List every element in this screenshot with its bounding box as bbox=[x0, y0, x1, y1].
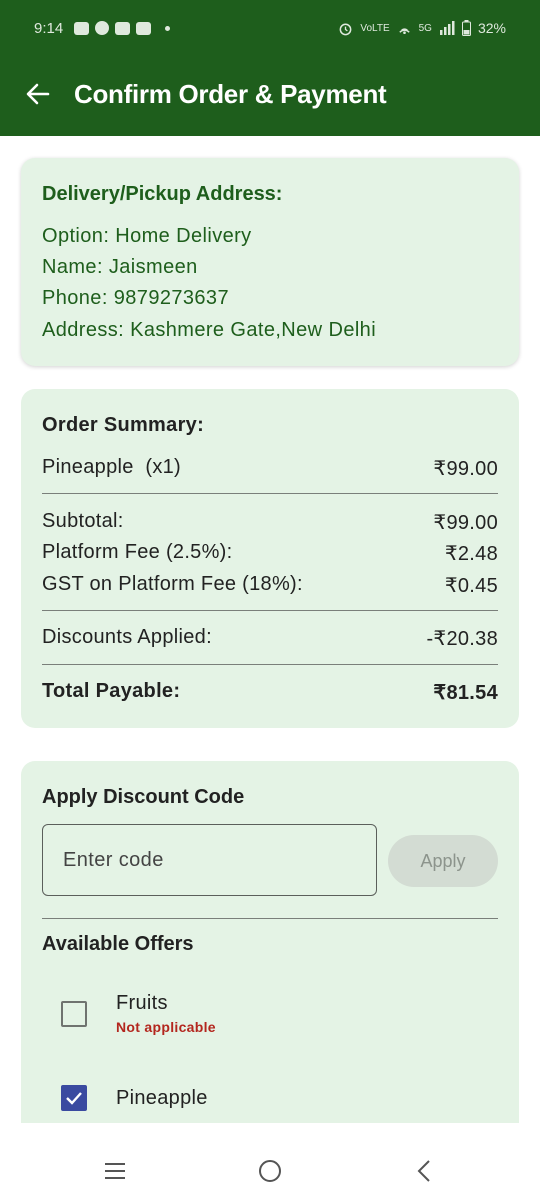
system-navigation-bar bbox=[0, 1123, 540, 1200]
customer-phone: Phone: 9879273637 bbox=[42, 287, 229, 309]
gst-row: GST on Platform Fee (18%): ₹0.45 bbox=[42, 573, 498, 599]
offer-status: Not applicable bbox=[116, 1019, 216, 1035]
line-item-price: ₹99.00 bbox=[433, 458, 498, 480]
offer-name: Fruits bbox=[116, 992, 168, 1014]
total-row: Total Payable: ₹81.54 bbox=[42, 680, 498, 706]
discount-label: Discounts Applied: bbox=[42, 626, 212, 648]
status-time: 9:14 bbox=[34, 20, 64, 37]
divider bbox=[42, 493, 498, 494]
offer-name: Pineapple bbox=[116, 1087, 208, 1109]
confirm-order-screen: 9:14 VoLTE 5G 32% Confirm Order & Paymen… bbox=[0, 0, 540, 1200]
address-card-title: Delivery/Pickup Address: bbox=[42, 183, 283, 205]
order-summary-card: Order Summary: Pineapple (x1) ₹99.00 Sub… bbox=[21, 389, 519, 728]
summary-title-text: Order Summary: bbox=[42, 414, 205, 436]
discount-card-title: Apply Discount Code bbox=[42, 786, 245, 808]
volte-icon: VoLTE bbox=[360, 22, 390, 34]
offer-checkbox-checked[interactable] bbox=[61, 1085, 87, 1111]
battery-level: 32% bbox=[477, 20, 506, 36]
offer-checkbox[interactable] bbox=[61, 1001, 87, 1027]
customer-address: Address: Kashmere Gate,New Delhi bbox=[42, 319, 377, 341]
platform-fee-value: ₹2.48 bbox=[444, 543, 498, 565]
line-item-label: Pineapple (x1) bbox=[42, 456, 182, 478]
apply-button[interactable]: Apply bbox=[388, 835, 498, 887]
subtotal-label: Subtotal: bbox=[42, 510, 124, 532]
divider bbox=[42, 918, 498, 919]
recent-apps-icon[interactable] bbox=[95, 1155, 135, 1187]
home-icon[interactable] bbox=[250, 1155, 290, 1187]
alarm-icon bbox=[339, 23, 352, 35]
arrow-left-icon[interactable] bbox=[22, 78, 54, 110]
messenger-icon bbox=[95, 21, 109, 35]
platform-fee-row: Platform Fee (2.5%): ₹2.48 bbox=[42, 541, 498, 567]
delivery-address-card: Delivery/Pickup Address: Option: Home De… bbox=[21, 158, 519, 366]
platform-fee-label: Platform Fee (2.5%): bbox=[42, 541, 233, 563]
network-type: 5G bbox=[418, 22, 432, 34]
discount-code-input[interactable] bbox=[42, 824, 377, 896]
status-icons-left bbox=[74, 21, 170, 35]
divider bbox=[42, 664, 498, 665]
delivery-option: Option: Home Delivery bbox=[42, 225, 252, 247]
discount-code-card: Apply Discount Code Apply Available Offe… bbox=[21, 761, 519, 1123]
youtube-icon bbox=[74, 21, 89, 35]
linkedin-icon bbox=[115, 21, 130, 35]
page-title: Confirm Order & Payment bbox=[74, 79, 387, 109]
subtotal-value: ₹99.00 bbox=[433, 512, 498, 534]
app-bar: Confirm Order & Payment bbox=[0, 58, 540, 136]
notification-dot-icon bbox=[165, 25, 170, 31]
signal-icon bbox=[439, 21, 455, 35]
checkmark-icon bbox=[66, 1092, 82, 1105]
total-value: ₹81.54 bbox=[433, 682, 498, 704]
order-summary-title: Order Summary: bbox=[42, 414, 498, 440]
offers-title: Available Offers bbox=[42, 933, 194, 955]
subtotal-row: Subtotal: ₹99.00 bbox=[42, 510, 498, 536]
back-icon[interactable] bbox=[405, 1155, 445, 1187]
discount-row: Discounts Applied: -₹20.38 bbox=[42, 626, 498, 652]
total-label: Total Payable: bbox=[42, 680, 181, 702]
gst-label: GST on Platform Fee (18%): bbox=[42, 573, 303, 595]
discount-value: -₹20.38 bbox=[426, 628, 498, 650]
hotspot-icon bbox=[398, 27, 410, 34]
battery-icon bbox=[461, 20, 471, 36]
line-item: Pineapple (x1) ₹99.00 bbox=[42, 456, 498, 482]
customer-name: Name: Jaismeen bbox=[42, 256, 198, 278]
gst-value: ₹0.45 bbox=[444, 575, 498, 597]
gmail-icon bbox=[136, 21, 151, 35]
divider bbox=[42, 610, 498, 611]
status-icons-right: VoLTE 5G 32% bbox=[338, 20, 506, 36]
status-bar: 9:14 VoLTE 5G 32% bbox=[0, 0, 540, 58]
